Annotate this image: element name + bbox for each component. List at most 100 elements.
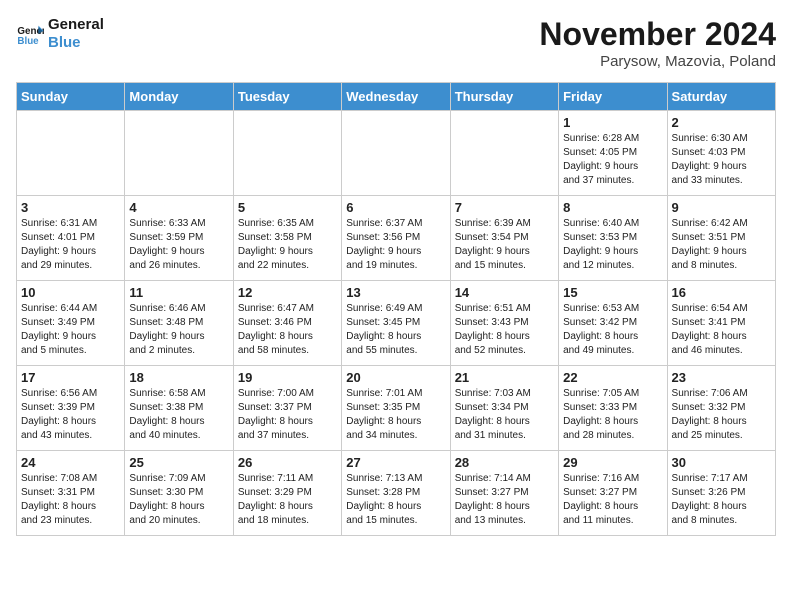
week-row-2: 10 Sunrise: 6:44 AM Sunset: 3:49 PM Dayli…: [17, 281, 776, 366]
day-cell: 12 Sunrise: 6:47 AM Sunset: 3:46 PM Dayli…: [233, 281, 341, 366]
week-row-3: 17 Sunrise: 6:56 AM Sunset: 3:39 PM Dayli…: [17, 366, 776, 451]
day-cell: 9 Sunrise: 6:42 AM Sunset: 3:51 PM Daylig…: [667, 196, 775, 281]
day-info: Sunrise: 6:51 AM Sunset: 3:43 PM Dayligh…: [455, 302, 554, 358]
day-number: 3: [21, 200, 120, 215]
day-number: 25: [129, 455, 228, 470]
day-number: 30: [672, 455, 771, 470]
day-cell: 26 Sunrise: 7:11 AM Sunset: 3:29 PM Dayli…: [233, 451, 341, 536]
day-info: Sunrise: 7:11 AM Sunset: 3:29 PM Dayligh…: [238, 472, 337, 528]
day-info: Sunrise: 7:13 AM Sunset: 3:28 PM Dayligh…: [346, 472, 445, 528]
day-number: 9: [672, 200, 771, 215]
weekday-header-tuesday: Tuesday: [233, 83, 341, 111]
day-info: Sunrise: 7:16 AM Sunset: 3:27 PM Dayligh…: [563, 472, 662, 528]
day-info: Sunrise: 7:17 AM Sunset: 3:26 PM Dayligh…: [672, 472, 771, 528]
day-number: 6: [346, 200, 445, 215]
day-info: Sunrise: 6:31 AM Sunset: 4:01 PM Dayligh…: [21, 217, 120, 273]
day-cell: 14 Sunrise: 6:51 AM Sunset: 3:43 PM Dayli…: [450, 281, 558, 366]
day-info: Sunrise: 6:30 AM Sunset: 4:03 PM Dayligh…: [672, 132, 771, 188]
logo-icon: General Blue: [16, 20, 44, 48]
day-info: Sunrise: 6:44 AM Sunset: 3:49 PM Dayligh…: [21, 302, 120, 358]
day-number: 19: [238, 370, 337, 385]
day-info: Sunrise: 6:35 AM Sunset: 3:58 PM Dayligh…: [238, 217, 337, 273]
day-cell: [125, 111, 233, 196]
title-area: November 2024 Parysow, Mazovia, Poland: [539, 16, 776, 70]
day-info: Sunrise: 6:54 AM Sunset: 3:41 PM Dayligh…: [672, 302, 771, 358]
day-cell: 30 Sunrise: 7:17 AM Sunset: 3:26 PM Dayli…: [667, 451, 775, 536]
day-cell: 2Sunrise: 6:30 AM Sunset: 4:03 PM Daylig…: [667, 111, 775, 196]
location-title: Parysow, Mazovia, Poland: [539, 53, 776, 70]
weekday-header-row: SundayMondayTuesdayWednesdayThursdayFrid…: [17, 83, 776, 111]
day-number: 4: [129, 200, 228, 215]
day-cell: 8 Sunrise: 6:40 AM Sunset: 3:53 PM Daylig…: [559, 196, 667, 281]
logo-line1: General: [48, 16, 104, 34]
day-cell: 23Sunrise: 7:06 AM Sunset: 3:32 PM Dayli…: [667, 366, 775, 451]
day-info: Sunrise: 7:08 AM Sunset: 3:31 PM Dayligh…: [21, 472, 120, 528]
day-info: Sunrise: 6:47 AM Sunset: 3:46 PM Dayligh…: [238, 302, 337, 358]
day-number: 21: [455, 370, 554, 385]
day-cell: 25 Sunrise: 7:09 AM Sunset: 3:30 PM Dayli…: [125, 451, 233, 536]
day-info: Sunrise: 7:01 AM Sunset: 3:35 PM Dayligh…: [346, 387, 445, 443]
day-number: 23: [672, 370, 771, 385]
day-number: 29: [563, 455, 662, 470]
weekday-header-thursday: Thursday: [450, 83, 558, 111]
logo-line2: Blue: [48, 34, 104, 52]
day-cell: 22 Sunrise: 7:05 AM Sunset: 3:33 PM Dayli…: [559, 366, 667, 451]
day-number: 17: [21, 370, 120, 385]
weekday-header-monday: Monday: [125, 83, 233, 111]
svg-text:Blue: Blue: [17, 36, 39, 47]
day-cell: 27 Sunrise: 7:13 AM Sunset: 3:28 PM Dayli…: [342, 451, 450, 536]
day-number: 10: [21, 285, 120, 300]
day-info: Sunrise: 6:33 AM Sunset: 3:59 PM Dayligh…: [129, 217, 228, 273]
day-number: 28: [455, 455, 554, 470]
day-info: Sunrise: 6:39 AM Sunset: 3:54 PM Dayligh…: [455, 217, 554, 273]
day-number: 12: [238, 285, 337, 300]
month-title: November 2024: [539, 16, 776, 53]
day-number: 22: [563, 370, 662, 385]
weekday-header-saturday: Saturday: [667, 83, 775, 111]
day-number: 26: [238, 455, 337, 470]
day-info: Sunrise: 7:14 AM Sunset: 3:27 PM Dayligh…: [455, 472, 554, 528]
day-cell: 20 Sunrise: 7:01 AM Sunset: 3:35 PM Dayli…: [342, 366, 450, 451]
day-number: 20: [346, 370, 445, 385]
day-cell: 24 Sunrise: 7:08 AM Sunset: 3:31 PM Dayli…: [17, 451, 125, 536]
day-number: 1: [563, 115, 662, 130]
day-number: 18: [129, 370, 228, 385]
day-number: 15: [563, 285, 662, 300]
day-info: Sunrise: 7:09 AM Sunset: 3:30 PM Dayligh…: [129, 472, 228, 528]
logo: General Blue General Blue: [16, 16, 104, 52]
day-number: 24: [21, 455, 120, 470]
day-info: Sunrise: 6:49 AM Sunset: 3:45 PM Dayligh…: [346, 302, 445, 358]
day-info: Sunrise: 6:37 AM Sunset: 3:56 PM Dayligh…: [346, 217, 445, 273]
day-cell: 15 Sunrise: 6:53 AM Sunset: 3:42 PM Dayli…: [559, 281, 667, 366]
day-cell: 7 Sunrise: 6:39 AM Sunset: 3:54 PM Daylig…: [450, 196, 558, 281]
day-info: Sunrise: 6:56 AM Sunset: 3:39 PM Dayligh…: [21, 387, 120, 443]
day-info: Sunrise: 6:53 AM Sunset: 3:42 PM Dayligh…: [563, 302, 662, 358]
day-cell: 17 Sunrise: 6:56 AM Sunset: 3:39 PM Dayli…: [17, 366, 125, 451]
week-row-0: 1Sunrise: 6:28 AM Sunset: 4:05 PM Daylig…: [17, 111, 776, 196]
day-cell: 29 Sunrise: 7:16 AM Sunset: 3:27 PM Dayli…: [559, 451, 667, 536]
day-info: Sunrise: 7:03 AM Sunset: 3:34 PM Dayligh…: [455, 387, 554, 443]
day-cell: [450, 111, 558, 196]
week-row-1: 3 Sunrise: 6:31 AM Sunset: 4:01 PM Daylig…: [17, 196, 776, 281]
weekday-header-wednesday: Wednesday: [342, 83, 450, 111]
day-cell: [233, 111, 341, 196]
day-number: 7: [455, 200, 554, 215]
day-cell: 28 Sunrise: 7:14 AM Sunset: 3:27 PM Dayli…: [450, 451, 558, 536]
day-info: Sunrise: 7:00 AM Sunset: 3:37 PM Dayligh…: [238, 387, 337, 443]
day-info: Sunrise: 7:05 AM Sunset: 3:33 PM Dayligh…: [563, 387, 662, 443]
day-number: 11: [129, 285, 228, 300]
header: General Blue General Blue November 2024 …: [16, 16, 776, 70]
day-cell: 21 Sunrise: 7:03 AM Sunset: 3:34 PM Dayli…: [450, 366, 558, 451]
day-cell: [342, 111, 450, 196]
day-cell: 16 Sunrise: 6:54 AM Sunset: 3:41 PM Dayli…: [667, 281, 775, 366]
day-number: 8: [563, 200, 662, 215]
day-number: 14: [455, 285, 554, 300]
day-cell: 13Sunrise: 6:49 AM Sunset: 3:45 PM Dayli…: [342, 281, 450, 366]
day-info: Sunrise: 6:42 AM Sunset: 3:51 PM Dayligh…: [672, 217, 771, 273]
day-cell: 18 Sunrise: 6:58 AM Sunset: 3:38 PM Dayli…: [125, 366, 233, 451]
day-cell: 11Sunrise: 6:46 AM Sunset: 3:48 PM Dayli…: [125, 281, 233, 366]
day-number: 16: [672, 285, 771, 300]
day-number: 27: [346, 455, 445, 470]
day-info: Sunrise: 6:40 AM Sunset: 3:53 PM Dayligh…: [563, 217, 662, 273]
day-info: Sunrise: 6:58 AM Sunset: 3:38 PM Dayligh…: [129, 387, 228, 443]
